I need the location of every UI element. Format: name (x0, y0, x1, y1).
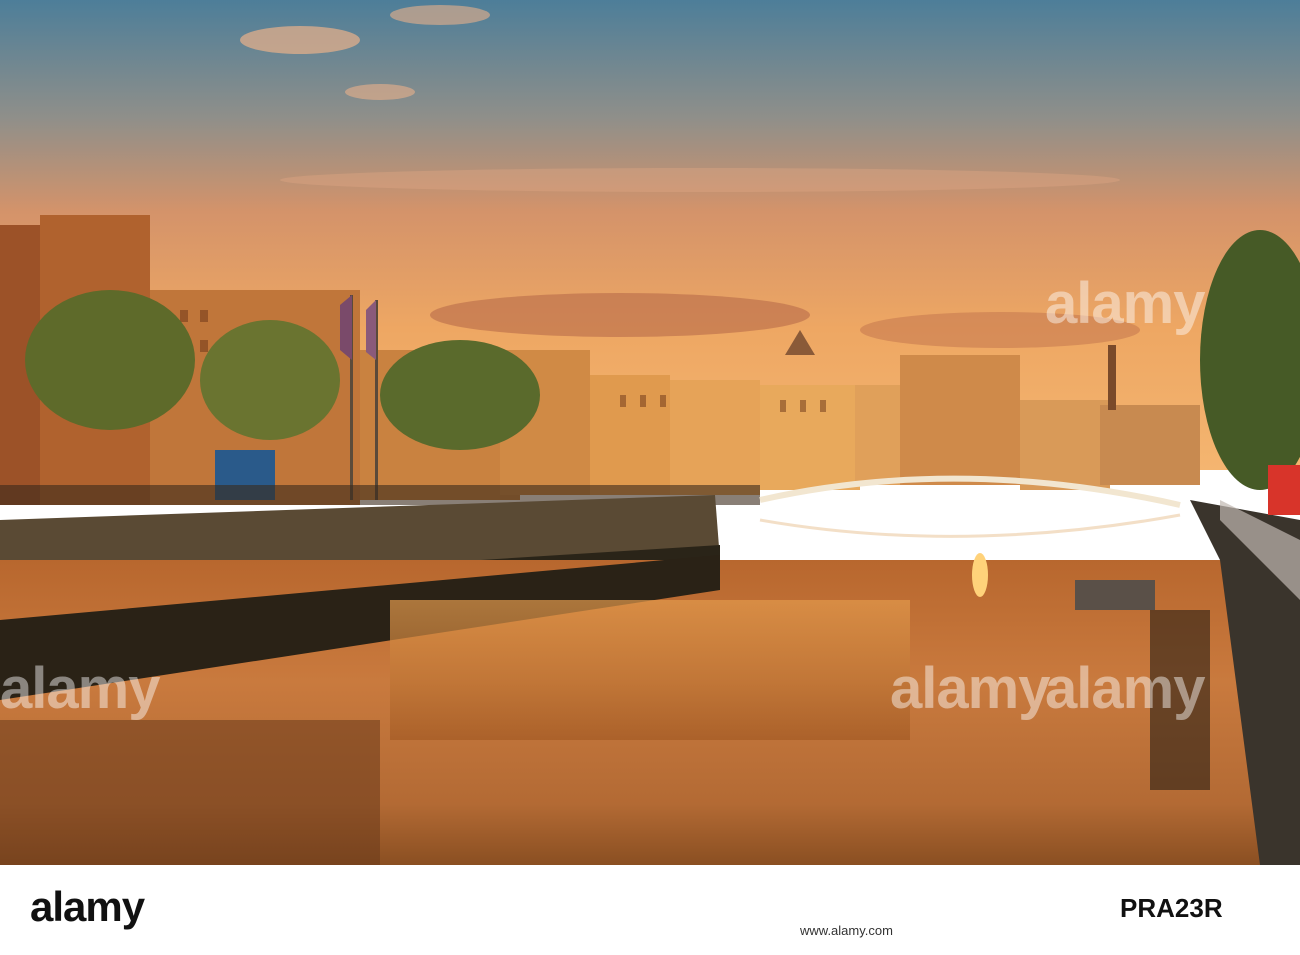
spire (1108, 345, 1116, 410)
building (590, 375, 670, 495)
building (1100, 405, 1200, 485)
photo: alamy alamy alamy alamy (0, 0, 1300, 865)
watermark: alamy (890, 656, 1050, 721)
building (670, 380, 760, 495)
watermark: alamy (1045, 271, 1205, 336)
reflection (0, 720, 380, 865)
building (1020, 400, 1110, 490)
bridge-reflection (759, 513, 1181, 538)
footer-bar: alamy PRA23R www.alamy.com (0, 865, 1300, 955)
tree (380, 340, 540, 450)
brand-logo: alamy (30, 883, 145, 930)
cloud (345, 84, 415, 100)
footer-url: www.alamy.com (800, 923, 893, 938)
building (760, 385, 860, 490)
boat (1075, 580, 1155, 610)
tree (25, 290, 195, 430)
flag (340, 295, 352, 360)
kiosk (1268, 465, 1300, 515)
image-id: PRA23R (1120, 893, 1223, 923)
watermark: alamy (0, 656, 160, 721)
reflection (390, 600, 910, 740)
building (900, 355, 1020, 485)
cloud (280, 168, 1120, 192)
watermark: alamy (1045, 656, 1205, 721)
cloud (240, 26, 360, 54)
sun-reflection (972, 553, 988, 597)
flag (366, 300, 376, 360)
cloud (390, 5, 490, 25)
cloud (430, 293, 810, 337)
tree (200, 320, 340, 440)
photo-canvas (0, 0, 1300, 865)
